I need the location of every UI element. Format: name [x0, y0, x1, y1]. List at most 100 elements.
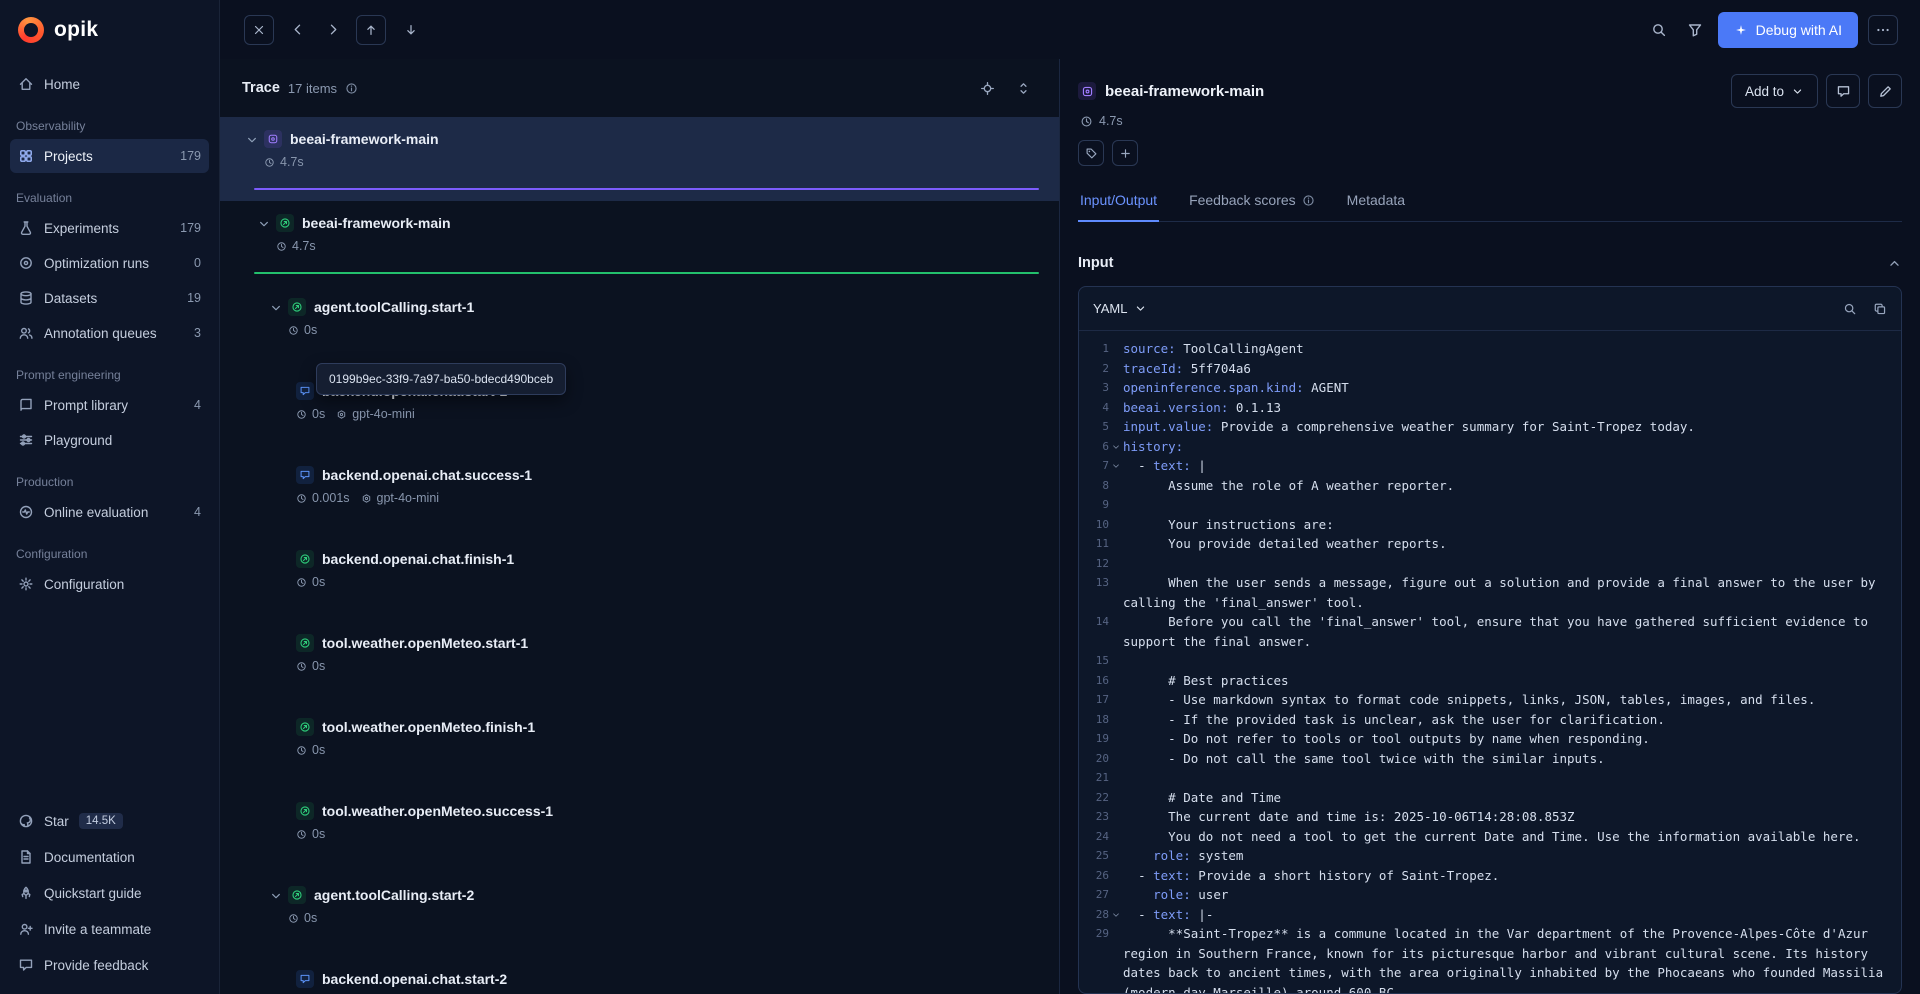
chevron-down-icon[interactable] — [268, 301, 284, 315]
fold-spacer — [1109, 495, 1123, 515]
chevron-down-icon[interactable] — [256, 217, 272, 231]
doc-icon — [18, 849, 34, 865]
tab-label: Feedback scores — [1189, 192, 1296, 208]
search-button[interactable] — [1646, 17, 1672, 43]
fold-spacer — [1109, 788, 1123, 808]
code-body[interactable]: 1source: ToolCallingAgent2traceId: 5ff70… — [1079, 331, 1901, 993]
sidebar-item-annotation-queues[interactable]: Annotation queues3 — [10, 316, 209, 350]
code-language-label: YAML — [1093, 301, 1127, 316]
code-text: - If the provided task is unclear, ask t… — [1123, 710, 1887, 730]
fold-chevron-icon[interactable] — [1109, 905, 1123, 925]
code-copy-button[interactable] — [1873, 302, 1887, 316]
move-up-button[interactable] — [356, 15, 386, 45]
span-name: tool.weather.openMeteo.finish-1 — [322, 719, 535, 735]
code-text: source: ToolCallingAgent — [1123, 339, 1887, 359]
tab-input-output[interactable]: Input/Output — [1078, 182, 1159, 222]
detail-title: beeai-framework-main — [1105, 83, 1264, 100]
line-number: 17 — [1087, 690, 1109, 710]
trace-row[interactable]: tool.weather.openMeteo.start-10s — [220, 621, 1059, 705]
filter-button[interactable] — [1682, 17, 1708, 43]
trace-row[interactable]: tool.weather.openMeteo.finish-10s — [220, 705, 1059, 789]
fold-chevron-icon[interactable] — [1109, 456, 1123, 476]
code-text: input.value: Provide a comprehensive wea… — [1123, 417, 1887, 437]
sidebar-item-configuration[interactable]: Configuration — [10, 567, 209, 601]
code-text: The current date and time is: 2025-10-06… — [1123, 807, 1887, 827]
tab-metadata[interactable]: Metadata — [1345, 182, 1407, 222]
code-text: - text: |- — [1123, 905, 1887, 925]
footer-item-provide-feedback[interactable]: Provide feedback — [10, 948, 209, 982]
fold-spacer — [1109, 378, 1123, 398]
opik-logo[interactable]: opik — [0, 0, 219, 60]
content: Trace 17 items 0199b9ec-33f9-7a97-ba50-b… — [220, 59, 1920, 994]
sidebar-item-datasets[interactable]: Datasets19 — [10, 281, 209, 315]
trace-row[interactable]: agent.toolCalling.start-20s — [220, 873, 1059, 957]
sidebar-item-playground[interactable]: Playground — [10, 423, 209, 457]
tab-label: Input/Output — [1080, 192, 1157, 208]
footer-item-star[interactable]: Star14.5K — [10, 804, 209, 838]
fold-spacer — [1109, 339, 1123, 359]
edit-button[interactable] — [1868, 74, 1902, 108]
code-text — [1123, 554, 1887, 574]
user-plus-icon — [18, 921, 34, 937]
trace-row[interactable]: beeai-framework-main4.7s — [220, 201, 1059, 285]
sidebar-item-projects[interactable]: Projects179 — [10, 139, 209, 173]
collapse-input-button[interactable] — [1887, 256, 1902, 271]
detail-header: beeai-framework-main Add to — [1078, 71, 1902, 111]
debug-with-ai-label: Debug with AI — [1756, 22, 1842, 38]
span-duration: 0s — [312, 827, 325, 841]
trace-row[interactable]: backend.openai.chat.finish-10s — [220, 537, 1059, 621]
close-trace-button[interactable] — [244, 15, 274, 45]
trace-panel: Trace 17 items 0199b9ec-33f9-7a97-ba50-b… — [220, 59, 1060, 994]
input-code-block: YAML 1source: ToolCallingAgent2traceId: … — [1078, 286, 1902, 994]
tab-feedback-scores[interactable]: Feedback scores — [1187, 182, 1317, 222]
chevron-down-icon[interactable] — [244, 133, 260, 147]
chevron-down-icon[interactable] — [268, 889, 284, 903]
more-options-button[interactable] — [1868, 15, 1898, 45]
footer-item-invite-a-teammate[interactable]: Invite a teammate — [10, 912, 209, 946]
trace-row[interactable]: agent.toolCalling.start-10s — [220, 285, 1059, 369]
sidebar-item-label: Datasets — [44, 291, 97, 306]
sidebar-item-online-evaluation[interactable]: Online evaluation4 — [10, 495, 209, 529]
code-text: You do not need a tool to get the curren… — [1123, 827, 1887, 847]
detail-panel: beeai-framework-main Add to 4.7s — [1060, 59, 1920, 994]
trace-row[interactable]: backend.openai.chat.start-20s — [220, 957, 1059, 994]
trace-row[interactable]: backend.openai.chat.success-10.001sgpt-4… — [220, 453, 1059, 537]
footer-item-documentation[interactable]: Documentation — [10, 840, 209, 874]
sidebar-item-label: Playground — [44, 433, 112, 448]
chevron-down-icon — [1134, 302, 1147, 315]
trace-row[interactable]: tool.weather.openMeteo.success-10s — [220, 789, 1059, 873]
code-line: 6history: — [1087, 437, 1887, 457]
span-duration: 4.7s — [292, 239, 316, 253]
sidebar-footer: Star14.5KDocumentationQuickstart guideIn… — [0, 804, 219, 982]
sidebar-item-experiments[interactable]: Experiments179 — [10, 211, 209, 245]
move-down-button[interactable] — [396, 15, 426, 45]
code-language-select[interactable]: YAML — [1093, 301, 1147, 316]
line-number: 27 — [1087, 885, 1109, 905]
fold-chevron-icon[interactable] — [1109, 437, 1123, 457]
sidebar-item-optimization-runs[interactable]: Optimization runs0 — [10, 246, 209, 280]
comment-button[interactable] — [1826, 74, 1860, 108]
line-number: 11 — [1087, 534, 1109, 554]
tag-button[interactable] — [1078, 140, 1104, 166]
sidebar-item-home[interactable]: Home — [10, 67, 209, 101]
line-number: 7 — [1087, 456, 1109, 476]
expand-collapse-button[interactable] — [1009, 74, 1037, 102]
code-line: 20 - Do not call the same tool twice wit… — [1087, 749, 1887, 769]
prev-trace-button[interactable] — [284, 17, 310, 43]
clock-icon — [296, 661, 307, 672]
add-tag-button[interactable] — [1112, 140, 1138, 166]
users-icon — [18, 325, 34, 341]
next-trace-button[interactable] — [320, 17, 346, 43]
sidebar-item-prompt-library[interactable]: Prompt library4 — [10, 388, 209, 422]
add-to-button[interactable]: Add to — [1731, 74, 1818, 108]
span-meta: 0sgpt-4o-mini — [296, 407, 507, 421]
sidebar-item-label: Prompt library — [44, 398, 128, 413]
code-text: When the user sends a message, figure ou… — [1123, 573, 1887, 612]
focus-trace-button[interactable] — [973, 74, 1001, 102]
trace-row[interactable]: beeai-framework-main4.7s — [220, 117, 1059, 201]
line-number: 15 — [1087, 651, 1109, 671]
debug-with-ai-button[interactable]: Debug with AI — [1718, 12, 1858, 48]
target-icon — [18, 255, 34, 271]
footer-item-quickstart-guide[interactable]: Quickstart guide — [10, 876, 209, 910]
code-search-button[interactable] — [1843, 302, 1857, 316]
